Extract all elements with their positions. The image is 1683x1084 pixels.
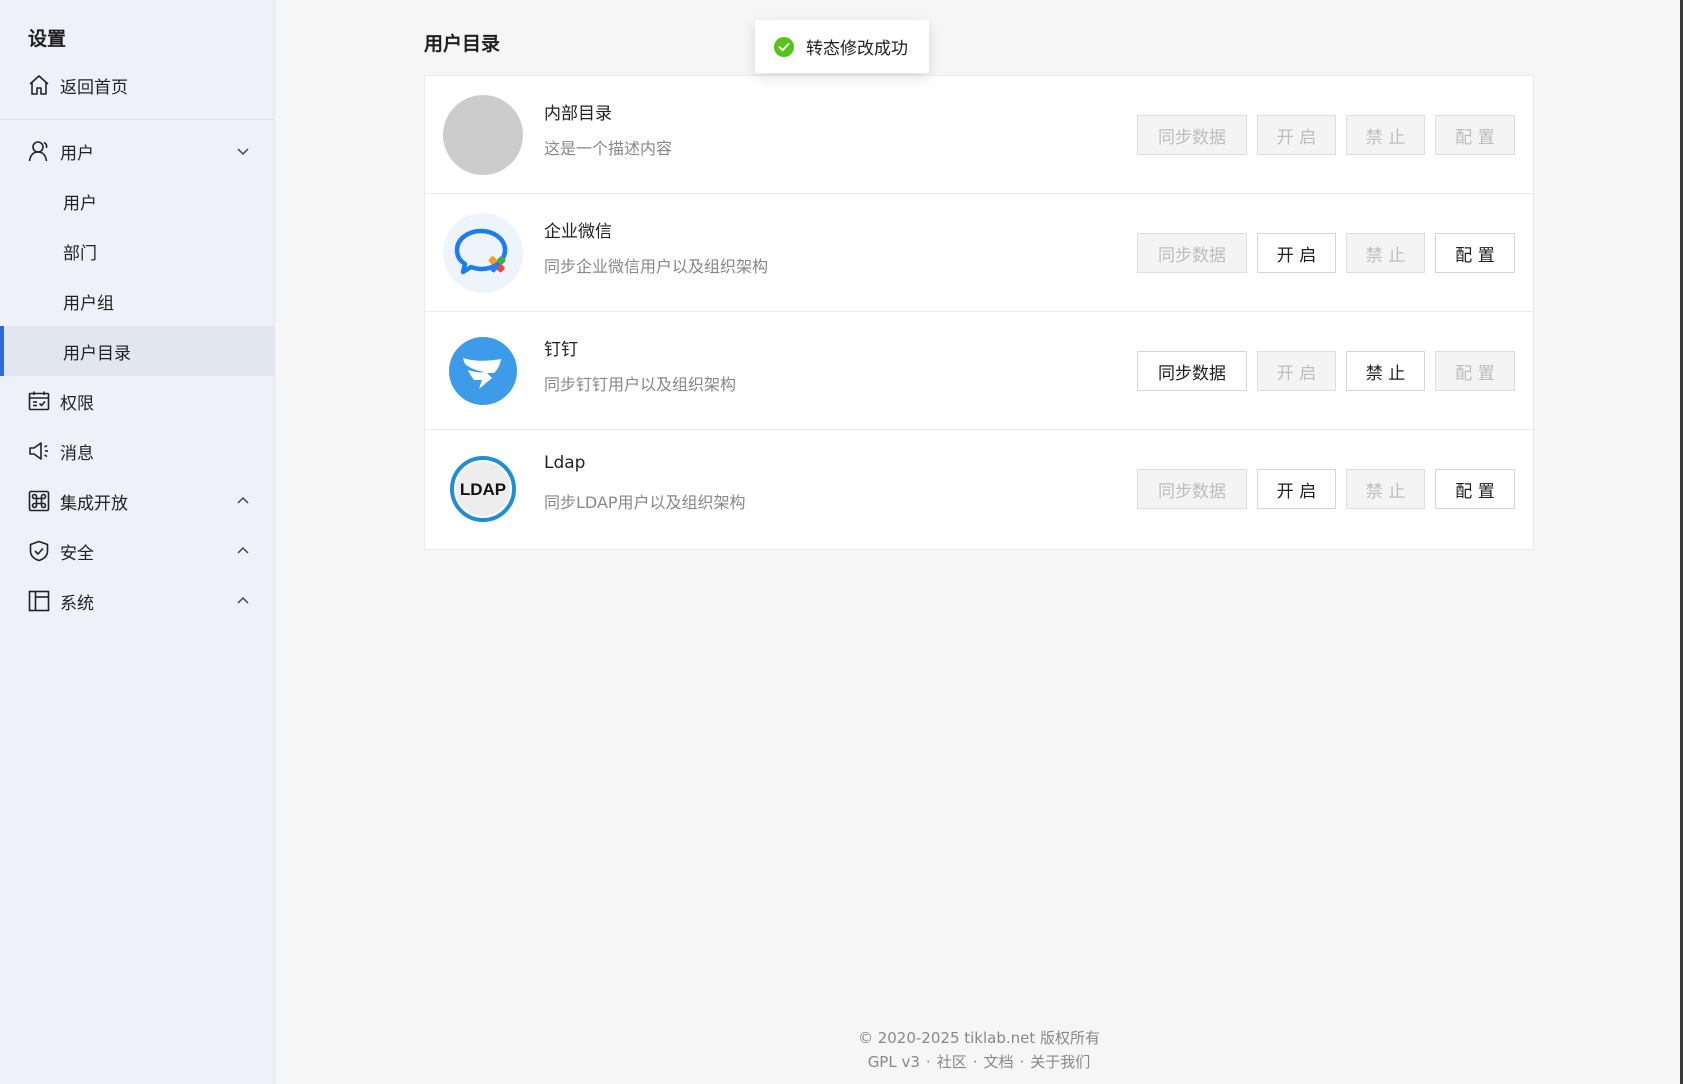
sidebar-item-integration[interactable]: 集成开放 <box>0 476 275 526</box>
chevron-up-icon <box>235 593 251 609</box>
disable-button[interactable]: 禁 止 <box>1346 351 1425 391</box>
footer-link-about[interactable]: 关于我们 <box>1030 1053 1090 1071</box>
directory-description: 同步企业微信用户以及组织架构 <box>544 257 769 276</box>
calendar-permission-icon <box>26 388 52 414</box>
sidebar-item-label: 安全 <box>60 543 94 564</box>
sidebar-item-label: 返回首页 <box>60 77 128 98</box>
check-circle-icon <box>774 36 794 57</box>
sidebar-item-label: 系统 <box>60 593 94 614</box>
sidebar-item-home[interactable]: 返回首页 <box>0 60 275 110</box>
config-button[interactable]: 配 置 <box>1435 233 1515 273</box>
sync-data-button[interactable]: 同步数据 <box>1137 115 1247 155</box>
sidebar-subitem-user-directory[interactable]: 用户目录 <box>0 326 275 376</box>
directory-description: 同步LDAP用户以及组织架构 <box>544 493 746 512</box>
disable-button[interactable]: 禁 止 <box>1346 115 1425 155</box>
ldap-logo-text: LDAP <box>460 480 506 499</box>
footer-separator: · <box>1019 1053 1025 1071</box>
sidebar-item-label: 用户 <box>60 143 94 164</box>
footer-separator: · <box>972 1053 978 1071</box>
sidebar-item-label: 消息 <box>60 443 94 464</box>
layout-icon <box>26 588 52 614</box>
config-button[interactable]: 配 置 <box>1435 115 1515 155</box>
chevron-up-icon <box>235 543 251 559</box>
user-icon <box>26 138 52 164</box>
disable-button[interactable]: 禁 止 <box>1346 469 1425 509</box>
sidebar-subitem-user-groups[interactable]: 用户组 <box>0 276 275 326</box>
wecom-logo <box>443 213 523 293</box>
sync-data-button[interactable]: 同步数据 <box>1137 469 1247 509</box>
directory-row-internal: 内部目录 这是一个描述内容 同步数据 开 启 禁 止 配 置 <box>425 76 1533 194</box>
sidebar-divider <box>0 119 275 120</box>
footer-link-community[interactable]: 社区 <box>937 1053 967 1071</box>
config-button[interactable]: 配 置 <box>1435 469 1515 509</box>
sidebar-item-label: 权限 <box>60 393 94 414</box>
enable-button[interactable]: 开 启 <box>1257 115 1336 155</box>
chevron-down-icon <box>235 143 251 159</box>
sidebar-item-system[interactable]: 系统 <box>0 576 275 626</box>
directory-name: 企业微信 <box>544 222 612 242</box>
dingtalk-logo <box>449 337 517 405</box>
directory-list: 内部目录 这是一个描述内容 同步数据 开 启 禁 止 配 置 企业微信 同步企业… <box>424 75 1534 550</box>
directory-name: Ldap <box>544 453 586 473</box>
sidebar-subitem-users[interactable]: 用户 <box>0 176 275 226</box>
footer-link-license[interactable]: GPL v3 <box>868 1053 920 1071</box>
ldap-logo: LDAP <box>450 456 516 522</box>
command-icon <box>26 488 52 514</box>
directory-row-ldap: LDAP Ldap 同步LDAP用户以及组织架构 同步数据 开 启 禁 止 配 … <box>425 430 1533 548</box>
sidebar-item-message[interactable]: 消息 <box>0 426 275 476</box>
sidebar-item-users[interactable]: 用户 <box>0 126 275 176</box>
enable-button[interactable]: 开 启 <box>1257 233 1336 273</box>
sidebar: 设置 返回首页 用户 用户 部门 用户组 用户目录 权限 消息 集成开放 安全 … <box>0 0 275 1084</box>
enable-button[interactable]: 开 启 <box>1257 351 1336 391</box>
directory-row-dingtalk: 钉钉 同步钉钉用户以及组织架构 同步数据 开 启 禁 止 配 置 <box>425 312 1533 430</box>
internal-directory-logo <box>443 95 523 175</box>
home-icon <box>26 72 52 98</box>
chevron-up-icon <box>235 493 251 509</box>
toast-message: 转态修改成功 <box>806 39 908 59</box>
success-toast: 转态修改成功 <box>755 20 929 73</box>
sync-data-button[interactable]: 同步数据 <box>1137 233 1247 273</box>
config-button[interactable]: 配 置 <box>1435 351 1515 391</box>
sidebar-item-security[interactable]: 安全 <box>0 526 275 576</box>
footer-links: GPL v3 · 社区 · 文档 · 关于我们 <box>275 1051 1683 1072</box>
sync-data-button[interactable]: 同步数据 <box>1137 351 1247 391</box>
footer-copyright: © 2020-2025 tiklab.net 版权所有 <box>857 1029 1101 1047</box>
footer-link-docs[interactable]: 文档 <box>983 1053 1013 1071</box>
sidebar-item-label: 集成开放 <box>60 493 128 514</box>
directory-description: 这是一个描述内容 <box>544 139 673 158</box>
megaphone-icon <box>26 438 52 464</box>
footer-separator: · <box>925 1053 931 1071</box>
sidebar-item-permission[interactable]: 权限 <box>0 376 275 426</box>
shield-icon <box>26 538 52 564</box>
directory-description: 同步钉钉用户以及组织架构 <box>544 375 737 394</box>
page-title: 用户目录 <box>424 33 501 55</box>
disable-button[interactable]: 禁 止 <box>1346 233 1425 273</box>
directory-name: 内部目录 <box>544 104 612 124</box>
sidebar-title: 设置 <box>28 28 67 50</box>
sidebar-subitem-departments[interactable]: 部门 <box>0 226 275 276</box>
enable-button[interactable]: 开 启 <box>1257 469 1336 509</box>
directory-name: 钉钉 <box>544 340 578 360</box>
directory-row-wecom: 企业微信 同步企业微信用户以及组织架构 同步数据 开 启 禁 止 配 置 <box>425 194 1533 312</box>
